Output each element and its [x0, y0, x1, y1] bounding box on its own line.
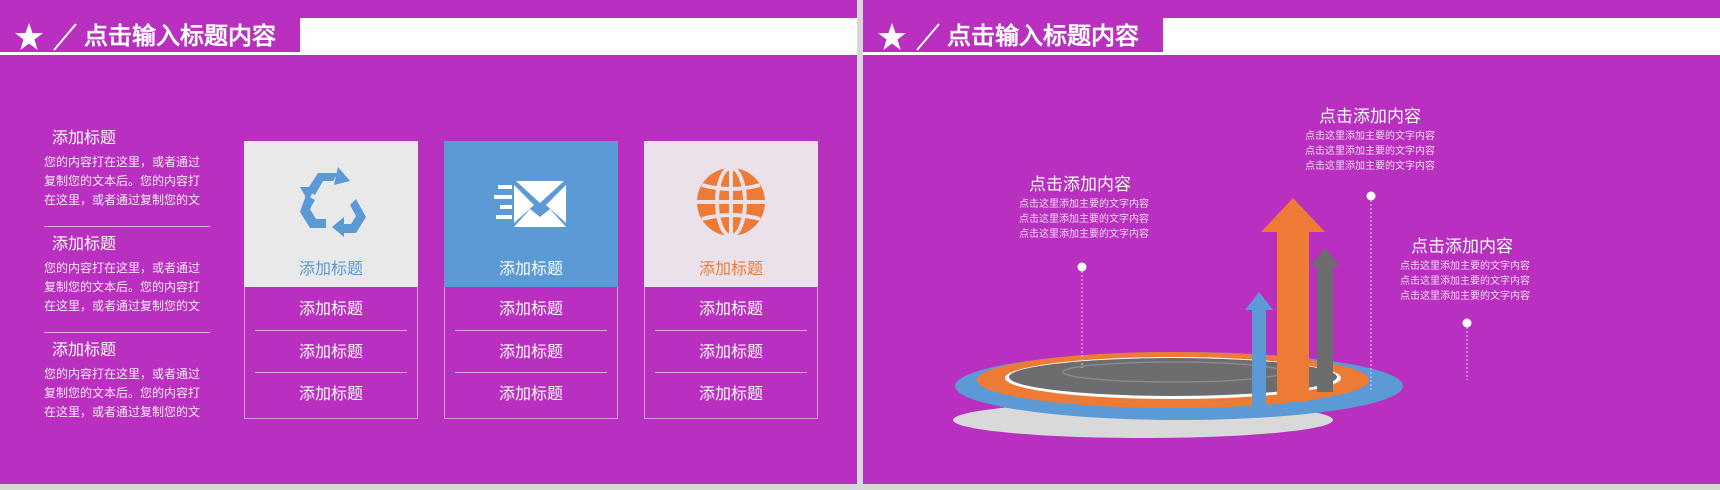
feature-item-3: 添加标题 您的内容打在这里，或者通过 复制您的文本后。您的内容打 在这里，或者通…	[44, 340, 214, 422]
globe-icon	[697, 166, 765, 238]
feature-desc-line: 您的内容打在这里，或者通过	[44, 261, 201, 275]
feature-desc: 您的内容打在这里，或者通过 复制您的文本后。您的内容打 在这里，或者通过复制您的…	[44, 365, 214, 422]
card-label: 添加标题	[498, 259, 563, 278]
card-row[interactable]: 添加标题	[455, 331, 607, 372]
callout-title: 点击添加内容	[1319, 107, 1421, 127]
card-top: 添加标题	[444, 141, 618, 287]
feature-divider	[44, 332, 210, 333]
envelope-icon	[494, 181, 566, 227]
callout-line: 点击这里添加主要的文字内容	[1305, 131, 1435, 142]
callout-title: 点击添加内容	[1029, 175, 1131, 195]
feature-desc-line: 复制您的文本后。您的内容打	[44, 280, 201, 294]
pin-dot-right	[1462, 318, 1472, 328]
feature-item-2: 添加标题 您的内容打在这里，或者通过 复制您的文本后。您的内容打 在这里，或者通…	[44, 234, 214, 316]
feature-divider	[44, 226, 210, 227]
card-bottom: 添加标题 添加标题 添加标题	[644, 287, 818, 419]
feature-desc-line: 复制您的文本后。您的内容打	[44, 174, 201, 188]
feature-desc-line: 在这里，或者通过复制您的文	[44, 299, 201, 313]
feature-desc-line: 在这里，或者通过复制您的文	[44, 405, 201, 419]
card-row[interactable]: 添加标题	[255, 373, 407, 414]
card-label: 添加标题	[298, 259, 363, 278]
feature-desc-line: 复制您的文本后。您的内容打	[44, 386, 201, 400]
card-recycle[interactable]: 添加标题 添加标题 添加标题 添加标题	[244, 141, 418, 419]
card-row[interactable]: 添加标题	[655, 288, 807, 329]
feature-title: 添加标题	[52, 340, 117, 359]
star-icon	[15, 23, 43, 50]
card-top: 添加标题	[644, 141, 818, 287]
callout-line: 点击这里添加主要的文字内容	[1305, 146, 1435, 157]
callout-line: 点击这里添加主要的文字内容	[1400, 261, 1530, 272]
card-globe[interactable]: 添加标题 添加标题 添加标题 添加标题	[644, 141, 818, 419]
card-envelope[interactable]: 添加标题 添加标题 添加标题 添加标题	[444, 141, 618, 419]
feature-title: 添加标题	[52, 128, 117, 147]
feature-desc: 您的内容打在这里，或者通过 复制您的文本后。您的内容打 在这里，或者通过复制您的…	[44, 153, 214, 210]
callout-line: 点击这里添加主要的文字内容	[1019, 229, 1149, 240]
slide-right: 点击输入标题内容 点击添加内容 点击这里添加主要的文字内容 点击这里添加主要的文…	[863, 0, 1720, 484]
pin-dot-left	[1077, 262, 1087, 272]
feature-title: 添加标题	[52, 234, 117, 253]
card-row[interactable]: 添加标题	[255, 331, 407, 372]
callout-line: 点击这里添加主要的文字内容	[1400, 291, 1530, 302]
callout-line: 点击这里添加主要的文字内容	[1019, 214, 1149, 225]
recycle-icon	[300, 167, 366, 237]
card-row[interactable]: 添加标题	[455, 373, 607, 414]
feature-desc: 您的内容打在这里，或者通过 复制您的文本后。您的内容打 在这里，或者通过复制您的…	[44, 259, 214, 316]
card-row[interactable]: 添加标题	[255, 288, 407, 329]
card-top: 添加标题	[244, 141, 418, 287]
callout-line: 点击这里添加主要的文字内容	[1400, 276, 1530, 287]
arrows-platform-diagram	[953, 191, 1472, 438]
card-bottom: 添加标题 添加标题 添加标题	[444, 287, 618, 419]
callout-line: 点击这里添加主要的文字内容	[1305, 161, 1435, 172]
callout-title: 点击添加内容	[1411, 237, 1513, 257]
callout-line: 点击这里添加主要的文字内容	[1019, 199, 1149, 210]
feature-desc-line: 您的内容打在这里，或者通过	[44, 367, 201, 381]
card-label: 添加标题	[698, 259, 763, 278]
card-bottom: 添加标题 添加标题 添加标题	[244, 287, 418, 419]
card-row[interactable]: 添加标题	[655, 331, 807, 372]
page-title: 点击输入标题内容	[84, 22, 276, 50]
feature-desc-line: 您的内容打在这里，或者通过	[44, 155, 201, 169]
card-row[interactable]: 添加标题	[655, 373, 807, 414]
slash-icon	[53, 23, 77, 51]
slide-left: 点击输入标题内容 添加标题 您的内容打在这里，或者通过 复制您的文本后。您的内容…	[0, 0, 857, 484]
card-row[interactable]: 添加标题	[455, 288, 607, 329]
pin-dot-top	[1366, 191, 1376, 201]
feature-item-1: 添加标题 您的内容打在这里，或者通过 复制您的文本后。您的内容打 在这里，或者通…	[44, 128, 214, 210]
feature-desc-line: 在这里，或者通过复制您的文	[44, 193, 201, 207]
